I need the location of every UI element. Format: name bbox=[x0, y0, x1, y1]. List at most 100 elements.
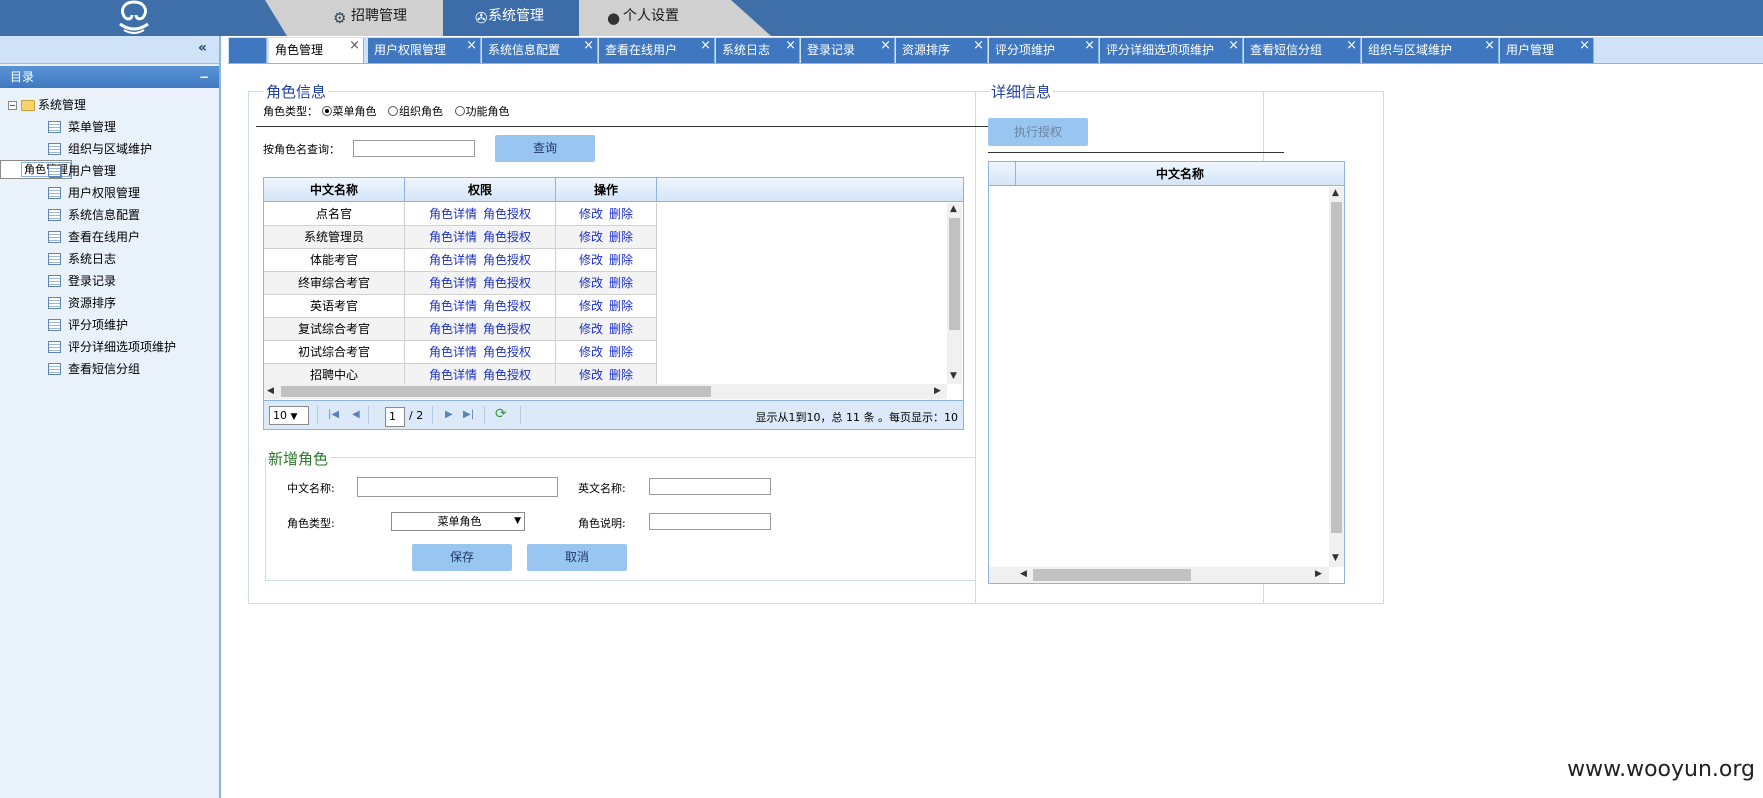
next-page-icon[interactable]: ▶ bbox=[445, 409, 453, 420]
sidebar-item[interactable]: 用户管理 bbox=[0, 160, 219, 182]
content-tab[interactable]: 系统信息配置 × bbox=[482, 38, 598, 63]
role-type-select[interactable]: 菜单角色 ▼ bbox=[391, 512, 525, 531]
close-icon[interactable]: × bbox=[466, 34, 477, 58]
col-header-action[interactable]: 操作 bbox=[556, 178, 657, 202]
close-icon[interactable]: × bbox=[700, 34, 711, 58]
radio-org-role[interactable] bbox=[388, 106, 398, 116]
content-tab[interactable]: 查看短信分组 × bbox=[1244, 38, 1361, 63]
role-detail-link[interactable]: 角色详情 bbox=[429, 322, 477, 336]
scroll-thumb[interactable] bbox=[281, 386, 711, 397]
content-tab[interactable]: 资源排序 × bbox=[896, 38, 988, 63]
role-desc-input[interactable] bbox=[649, 513, 771, 530]
edit-link[interactable]: 修改 bbox=[579, 345, 603, 359]
en-name-input[interactable] bbox=[649, 478, 771, 495]
last-page-icon[interactable]: ▶| bbox=[463, 409, 474, 420]
sidebar-item[interactable]: 资源排序 bbox=[0, 292, 219, 314]
role-grant-link[interactable]: 角色授权 bbox=[483, 207, 531, 221]
page-number-input[interactable]: 1 bbox=[385, 407, 405, 427]
role-grant-link[interactable]: 角色授权 bbox=[483, 276, 531, 290]
save-button[interactable]: 保存 bbox=[412, 544, 512, 571]
tree-toggle-icon[interactable]: − bbox=[8, 101, 17, 110]
edit-link[interactable]: 修改 bbox=[579, 322, 603, 336]
table-row[interactable]: 点名官 角色详情 角色授权 修改 删除 bbox=[264, 203, 657, 226]
scroll-up-icon[interactable]: ▲ bbox=[950, 204, 957, 214]
scroll-left-icon[interactable]: ◀ bbox=[267, 386, 274, 396]
content-tab[interactable]: 用户权限管理 × bbox=[368, 38, 481, 63]
radio-function-role[interactable] bbox=[454, 106, 465, 116]
role-detail-link[interactable]: 角色详情 bbox=[429, 299, 477, 313]
role-detail-link[interactable]: 角色详情 bbox=[429, 207, 477, 221]
delete-link[interactable]: 删除 bbox=[609, 345, 633, 359]
sidebar-item[interactable]: 系统信息配置 bbox=[0, 204, 219, 226]
role-detail-link[interactable]: 角色详情 bbox=[429, 230, 477, 244]
scroll-right-icon[interactable]: ▶ bbox=[934, 386, 941, 396]
close-icon[interactable]: × bbox=[973, 34, 984, 58]
edit-link[interactable]: 修改 bbox=[579, 299, 603, 313]
sidebar-item[interactable]: 查看在线用户 bbox=[0, 226, 219, 248]
cancel-button[interactable]: 取消 bbox=[527, 544, 627, 571]
delete-link[interactable]: 删除 bbox=[609, 276, 633, 290]
sidebar-item[interactable]: 用户权限管理 bbox=[0, 182, 219, 204]
close-icon[interactable]: × bbox=[1084, 34, 1095, 58]
scroll-thumb[interactable] bbox=[1331, 202, 1342, 533]
prev-page-icon[interactable]: ◀ bbox=[352, 409, 360, 420]
table-row[interactable]: 复试综合考官 角色详情 角色授权 修改 删除 bbox=[264, 318, 657, 341]
close-icon[interactable]: × bbox=[583, 34, 594, 58]
delete-link[interactable]: 删除 bbox=[609, 299, 633, 313]
close-icon[interactable]: × bbox=[880, 34, 891, 58]
delete-link[interactable]: 删除 bbox=[609, 230, 633, 244]
role-name-search-input[interactable] bbox=[353, 140, 475, 157]
detail-vertical-scrollbar[interactable]: ▲ ▼ bbox=[1329, 187, 1344, 567]
table-row[interactable]: 系统管理员 角色详情 角色授权 修改 删除 bbox=[264, 226, 657, 249]
role-detail-link[interactable]: 角色详情 bbox=[429, 345, 477, 359]
content-tab[interactable]: 系统日志 × bbox=[716, 38, 800, 63]
scroll-right-icon[interactable]: ▶ bbox=[1315, 569, 1322, 579]
scroll-thumb[interactable] bbox=[949, 218, 960, 330]
tree-root-system[interactable]: − 系统管理 bbox=[0, 94, 219, 116]
close-icon[interactable]: × bbox=[349, 34, 360, 58]
scroll-down-icon[interactable]: ▼ bbox=[950, 371, 957, 381]
delete-link[interactable]: 删除 bbox=[609, 322, 633, 336]
role-detail-link[interactable]: 角色详情 bbox=[429, 253, 477, 267]
edit-link[interactable]: 修改 bbox=[579, 230, 603, 244]
close-icon[interactable]: × bbox=[1579, 34, 1590, 58]
collapse-minus-icon[interactable]: − bbox=[199, 66, 209, 88]
role-grant-link[interactable]: 角色授权 bbox=[483, 322, 531, 336]
table-row[interactable]: 招聘中心 角色详情 角色授权 修改 删除 bbox=[264, 364, 657, 384]
table-row[interactable]: 英语考官 角色详情 角色授权 修改 删除 bbox=[264, 295, 657, 318]
role-grant-link[interactable]: 角色授权 bbox=[483, 368, 531, 382]
sidebar-item[interactable]: 评分详细选项项维护 bbox=[0, 336, 219, 358]
col-header-name[interactable]: 中文名称 bbox=[264, 178, 405, 202]
radio-menu-role[interactable] bbox=[321, 106, 332, 116]
close-icon[interactable]: × bbox=[1228, 34, 1239, 58]
detail-horizontal-scrollbar[interactable]: ◀ ▶ bbox=[989, 567, 1329, 583]
col-header-check[interactable] bbox=[989, 162, 1016, 186]
delete-link[interactable]: 删除 bbox=[609, 207, 633, 221]
scroll-down-icon[interactable]: ▼ bbox=[1332, 553, 1339, 563]
col-header-permission[interactable]: 权限 bbox=[405, 178, 556, 202]
nav-tab-personal[interactable]: ● 个人设置 bbox=[579, 0, 771, 36]
scroll-thumb[interactable] bbox=[1033, 569, 1191, 581]
content-tab[interactable]: 角色管理 × bbox=[269, 38, 364, 63]
edit-link[interactable]: 修改 bbox=[579, 368, 603, 382]
refresh-icon[interactable]: ⟳ bbox=[495, 406, 507, 422]
role-grant-link[interactable]: 角色授权 bbox=[483, 299, 531, 313]
sidebar-item[interactable]: 菜单管理 bbox=[0, 116, 219, 138]
collapse-icon[interactable]: « bbox=[198, 40, 207, 56]
content-tab[interactable]: 用户管理 × bbox=[1500, 38, 1594, 63]
delete-link[interactable]: 删除 bbox=[609, 368, 633, 382]
table-row[interactable]: 初试综合考官 角色详情 角色授权 修改 删除 bbox=[264, 341, 657, 364]
grid-horizontal-scrollbar[interactable]: ◀ ▶ bbox=[264, 384, 947, 399]
table-row[interactable]: 体能考官 角色详情 角色授权 修改 删除 bbox=[264, 249, 657, 272]
close-icon[interactable]: × bbox=[1484, 34, 1495, 58]
content-tab[interactable]: 查看在线用户 × bbox=[599, 38, 715, 63]
first-page-icon[interactable]: |◀ bbox=[328, 409, 339, 420]
sidebar-item[interactable]: 组织与区域维护 bbox=[0, 138, 219, 160]
edit-link[interactable]: 修改 bbox=[579, 207, 603, 221]
table-row[interactable]: 终审综合考官 角色详情 角色授权 修改 删除 bbox=[264, 272, 657, 295]
close-icon[interactable]: × bbox=[1346, 34, 1357, 58]
role-grant-link[interactable]: 角色授权 bbox=[483, 230, 531, 244]
content-tab[interactable]: 评分详细选项项维护 × bbox=[1100, 38, 1243, 63]
grant-button[interactable]: 执行授权 bbox=[988, 118, 1088, 146]
nav-tab-system[interactable]: ✇ 系统管理 bbox=[443, 0, 579, 36]
